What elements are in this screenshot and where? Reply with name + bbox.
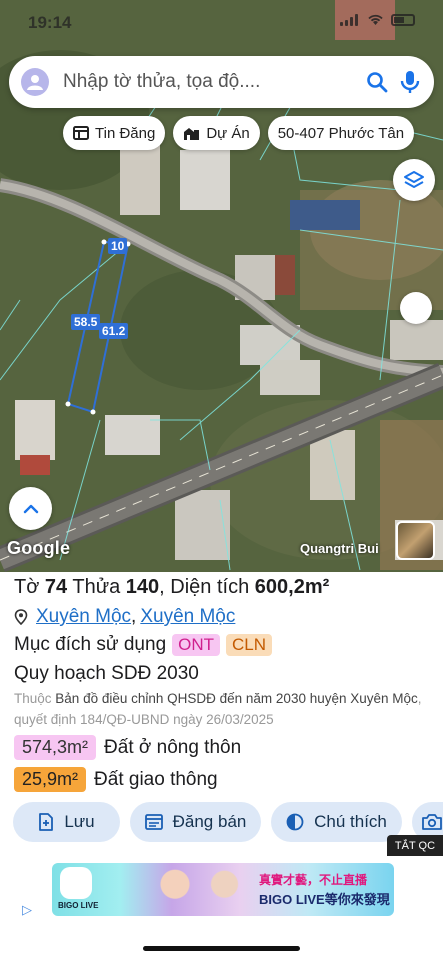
area-value-pill: 574,3m² — [14, 735, 97, 760]
location-commune-link[interactable]: Xuyên Mộc — [140, 606, 235, 628]
status-bar: 19:14 — [0, 0, 443, 44]
edge-length-label: 61.2 — [99, 323, 129, 339]
search-input[interactable] — [63, 71, 354, 93]
legend-icon — [286, 813, 304, 831]
chip-location[interactable]: 50-407 Phước Tân — [267, 116, 415, 150]
chip-label: Tin Đăng — [95, 124, 156, 142]
area-type-label: Đất giao thông — [94, 768, 218, 790]
ad-brand: BIGO LIVE — [58, 901, 99, 910]
imagery-author: Quangtri Bui — [300, 541, 379, 556]
land-purpose: Mục đích sử dụng ONT CLN — [14, 634, 273, 656]
legend-button[interactable]: Chú thích — [271, 802, 402, 842]
chip-du-an[interactable]: Dự Án — [173, 116, 260, 150]
parcel-number: 140 — [125, 576, 160, 598]
avatar[interactable] — [21, 68, 49, 96]
chip-label: Dự Án — [206, 124, 250, 142]
chip-label: 50-407 Phước Tân — [277, 124, 405, 142]
sheet-number: 74 — [44, 576, 68, 598]
layers-icon — [404, 171, 424, 188]
ad-image — [142, 863, 252, 916]
plan-title: Quy hoạch SDĐ 2030 — [14, 663, 199, 684]
location-district-link[interactable]: Xuyên Mộc — [36, 606, 131, 628]
purpose-label: Mục đích sử dụng — [14, 634, 167, 655]
save-label: Lưu — [64, 812, 95, 831]
voice-search-button[interactable] — [400, 69, 420, 95]
parcel-area: 600,2m² — [254, 576, 330, 598]
area-row-transport: 25,9m² Đất giao thông — [14, 767, 218, 792]
chip-tin-dang[interactable]: Tin Đăng — [63, 116, 166, 150]
parcel-label: Thửa — [72, 576, 121, 598]
user-icon — [27, 75, 43, 90]
map-view[interactable]: 10 58.5 61.2 19:14 Nhập tờ thửa, tọa độ.… — [0, 0, 443, 572]
purpose-tag-ont[interactable]: ONT — [172, 634, 221, 656]
home-indicator — [143, 946, 300, 951]
edge-length-label: 58.5 — [71, 314, 101, 330]
edge-length-label: 10 — [108, 238, 128, 254]
area-type-label: Đất ở nông thôn — [104, 736, 242, 758]
camera-icon — [422, 814, 442, 830]
status-icons — [340, 14, 415, 26]
search-icon — [367, 72, 388, 93]
save-button[interactable]: Lưu — [13, 802, 120, 842]
news-icon — [73, 126, 89, 140]
ad-choices-icon[interactable]: ▷ — [22, 902, 32, 918]
ad-banner[interactable]: BIGO LIVE 真實才藝，不止直播 BIGO LIVE等你來發現 — [52, 863, 394, 916]
save-icon — [39, 813, 54, 831]
area-row-residential: 574,3m² Đất ở nông thôn — [14, 735, 241, 760]
legend-label: Chú thích — [314, 812, 387, 831]
ad-headline: 真實才藝，不止直播 — [259, 873, 368, 887]
layers-button[interactable] — [393, 159, 435, 201]
listing-button[interactable]: Đăng bán — [130, 802, 261, 842]
location-button[interactable] — [400, 292, 432, 324]
author-photo[interactable] — [396, 521, 435, 560]
microphone-icon — [400, 71, 420, 93]
sheet-label: Tờ — [14, 576, 40, 598]
search-bar[interactable] — [9, 56, 434, 108]
search-button[interactable] — [366, 71, 388, 93]
bigo-logo — [60, 867, 92, 899]
ad-subline: BIGO LIVE等你來發現 — [259, 892, 390, 907]
plan-description: Thuộc Bản đồ điều chỉnh QHSDĐ đến năm 20… — [14, 688, 434, 730]
purpose-tag-cln[interactable]: CLN — [226, 634, 273, 656]
parcel-title: Tờ 74 Thửa 140, Diện tích 600,2m² — [14, 576, 330, 598]
google-logo: Google — [7, 538, 71, 558]
listing-label: Đăng bán — [172, 812, 247, 831]
cellular-signal-icon — [340, 14, 360, 26]
listing-icon — [144, 814, 163, 830]
chevron-up-icon — [23, 504, 38, 513]
area-label: Diện tích — [170, 576, 250, 598]
buildings-icon — [184, 127, 200, 140]
parcel-location: Xuyên Mộc, Xuyên Mộc — [14, 606, 235, 628]
filter-chips: Tin Đăng Dự Án 50-407 Phước Tân — [63, 116, 415, 150]
battery-icon — [391, 14, 415, 26]
action-bar: Lưu Đăng bán Chú thích — [13, 802, 443, 842]
plan-name: Bản đồ điều chỉnh QHSDĐ đến năm 2030 huy… — [55, 691, 418, 706]
wifi-icon — [368, 14, 383, 25]
area-value-pill: 25,9m² — [14, 767, 87, 792]
status-time: 19:14 — [28, 13, 72, 32]
close-ad-button[interactable]: TẮT QC — [387, 835, 443, 856]
map-pin-icon — [14, 609, 28, 625]
plan-prefix: Thuộc — [14, 691, 52, 706]
expand-up-button[interactable] — [9, 487, 52, 530]
